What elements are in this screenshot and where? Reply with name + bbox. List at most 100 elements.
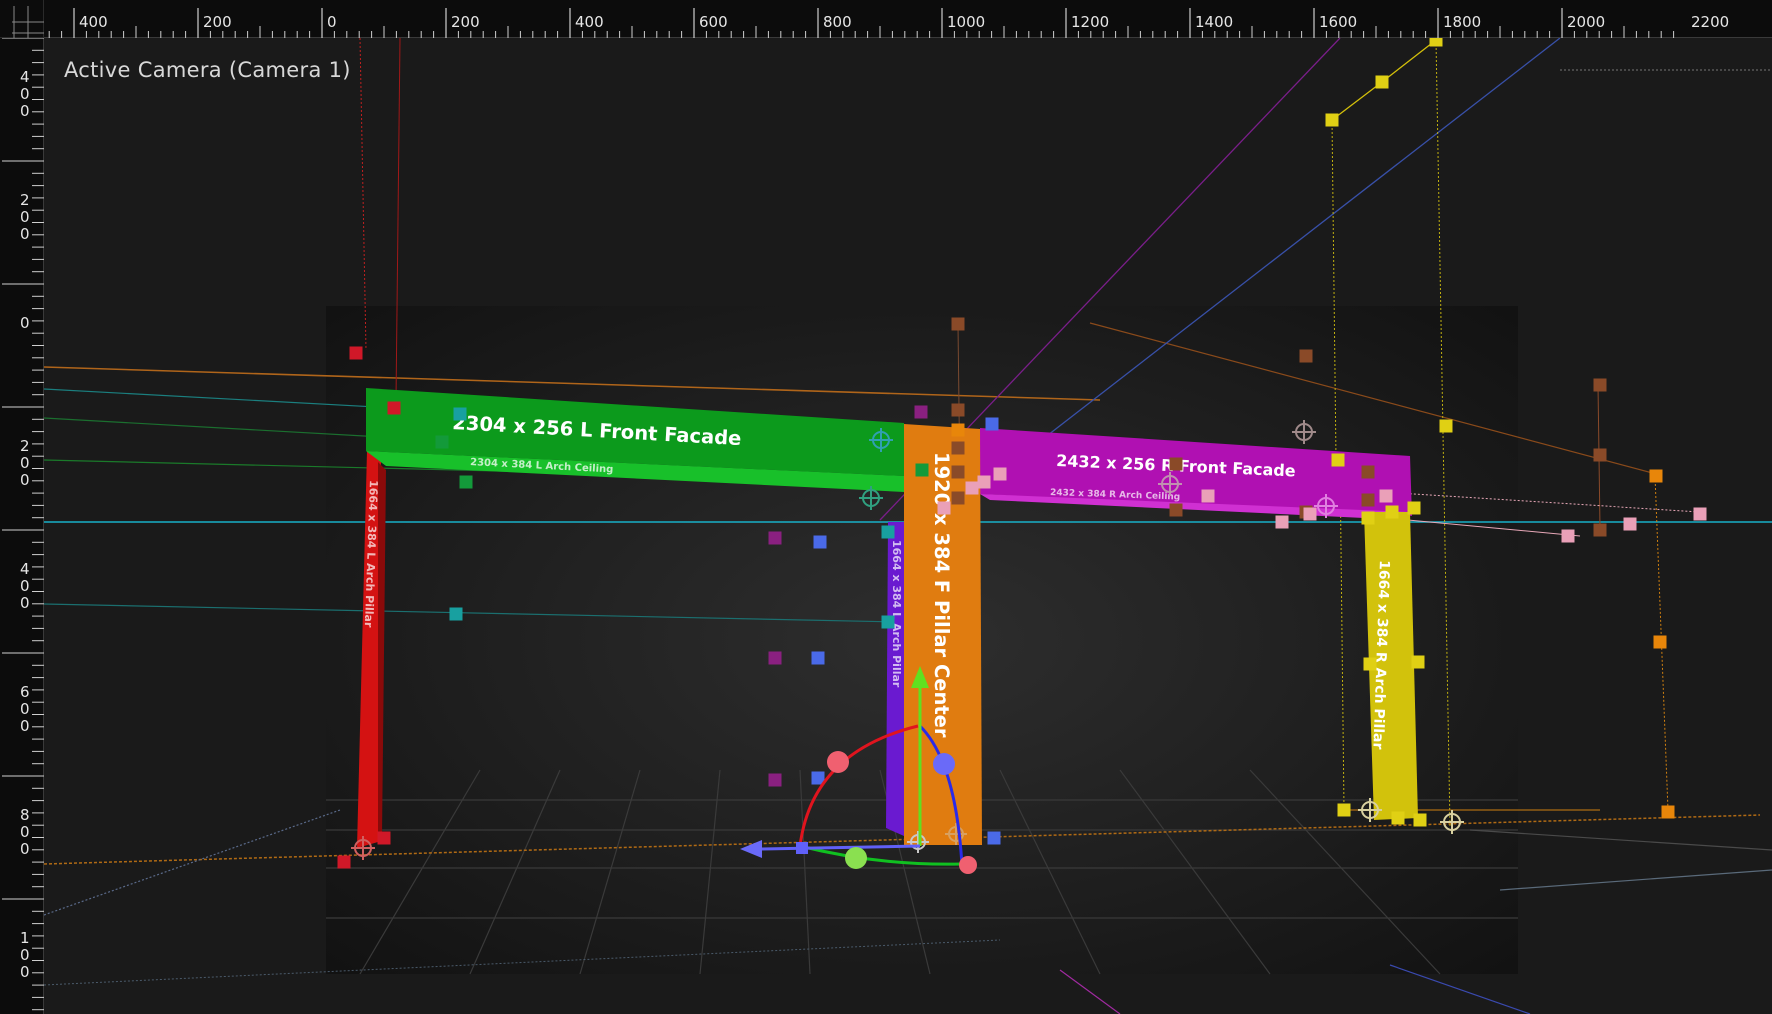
origin-handle[interactable] — [796, 842, 808, 854]
horizontal-ruler[interactable]: 400 200 0 200 400 600 800 1000 1200 1400 1600 1800 2… — [44, 0, 1772, 38]
vertex-handle[interactable] — [951, 403, 965, 417]
ruler-label: 0 — [20, 823, 30, 841]
vertex-handle[interactable] — [337, 855, 351, 869]
vertex-handle[interactable] — [1653, 635, 1667, 649]
vertex-handle[interactable] — [811, 651, 825, 665]
vertex-handle[interactable] — [915, 463, 929, 477]
vertex-handle[interactable] — [768, 651, 782, 665]
center-pillar-label: 1920 x 384 F Pillar Center — [930, 452, 953, 738]
ruler-label: 1800 — [1443, 13, 1481, 31]
vertex-handle[interactable] — [914, 405, 928, 419]
purple-pillar-label: 1664 x 384 L Arch Pillar — [890, 540, 903, 688]
ruler-label: 1400 — [1195, 13, 1233, 31]
vertex-handle[interactable] — [881, 525, 895, 539]
vertex-handle[interactable] — [1361, 493, 1375, 507]
vertex-handle[interactable] — [1693, 507, 1707, 521]
vertex-handle[interactable] — [987, 831, 1001, 845]
ruler-label: 0 — [20, 85, 30, 103]
ruler-label: 2200 — [1691, 13, 1729, 31]
vertex-handle[interactable] — [1593, 448, 1607, 462]
vertex-handle[interactable] — [965, 481, 979, 495]
vertex-handle[interactable] — [951, 317, 965, 331]
vertex-handle[interactable] — [1201, 489, 1215, 503]
vertex-handle[interactable] — [1411, 655, 1425, 669]
rotate-z-handle[interactable] — [845, 847, 867, 869]
ruler-label: 800 — [823, 13, 852, 31]
vertex-handle[interactable] — [387, 401, 401, 415]
ruler-label: 600 — [699, 13, 728, 31]
ruler-corner — [0, 0, 44, 38]
ruler-label: 0 — [20, 225, 30, 243]
vertex-handle[interactable] — [349, 346, 363, 360]
vertex-handle[interactable] — [1361, 511, 1375, 525]
ruler-label: 0 — [20, 577, 30, 595]
vertex-handle[interactable] — [1407, 501, 1421, 515]
ruler-label: 6 — [20, 683, 30, 701]
scale-handle[interactable] — [959, 856, 977, 874]
vertex-handle[interactable] — [1661, 805, 1675, 819]
rotate-x-handle[interactable] — [827, 751, 849, 773]
vertex-handle[interactable] — [993, 467, 1007, 481]
vertex-handle[interactable] — [813, 535, 827, 549]
vertex-handle[interactable] — [1361, 465, 1375, 479]
ruler-label: 0 — [20, 102, 30, 120]
ruler-label: 0 — [20, 840, 30, 858]
vertex-handle[interactable] — [1439, 419, 1453, 433]
vertex-handle[interactable] — [1593, 523, 1607, 537]
vertex-handle[interactable] — [951, 491, 965, 505]
scene-canvas[interactable]: 1664 x 384 L Arch Pillar 1664 x 384 L Ar… — [44, 38, 1772, 1014]
vertex-handle[interactable] — [1413, 813, 1427, 827]
vertex-handle[interactable] — [1169, 503, 1183, 517]
vertex-handle[interactable] — [1429, 38, 1443, 47]
ruler-label: 1200 — [1071, 13, 1109, 31]
rotate-y-handle[interactable] — [933, 753, 955, 775]
vertex-handle[interactable] — [985, 417, 999, 431]
composition-viewport[interactable]: 400 200 0 200 400 600 800 1000 1200 1400 1600 1800 2… — [0, 0, 1772, 1014]
vertex-handle[interactable] — [1169, 457, 1183, 471]
vertex-handle[interactable] — [951, 465, 965, 479]
vertex-handle[interactable] — [951, 423, 965, 437]
vertex-handle[interactable] — [881, 615, 895, 629]
vertex-handle[interactable] — [1337, 803, 1351, 817]
ruler-label: 8 — [20, 806, 30, 824]
ruler-label: 0 — [327, 13, 337, 31]
ruler-label: 400 — [79, 13, 108, 31]
vertex-handle[interactable] — [459, 475, 473, 489]
vertex-handle[interactable] — [1331, 453, 1345, 467]
vertex-handle[interactable] — [1623, 517, 1637, 531]
vertex-handle[interactable] — [435, 435, 449, 449]
vertex-handle[interactable] — [1299, 349, 1313, 363]
vertex-handle[interactable] — [377, 831, 391, 845]
vertical-ruler[interactable]: 4002000200400600800100 — [0, 37, 44, 1014]
ruler-label: 4 — [20, 68, 30, 86]
vertex-handle[interactable] — [1325, 113, 1339, 127]
vertex-handle[interactable] — [1391, 811, 1405, 825]
ruler-label: 0 — [20, 471, 30, 489]
vertex-handle[interactable] — [1385, 505, 1399, 519]
vertex-handle[interactable] — [937, 501, 951, 515]
ruler-label: 400 — [575, 13, 604, 31]
purple-pillar[interactable]: 1664 x 384 L Arch Pillar — [886, 522, 904, 836]
ruler-label: 0 — [20, 208, 30, 226]
ruler-label: 0 — [20, 946, 30, 964]
vertex-handle[interactable] — [768, 773, 782, 787]
ruler-label: 4 — [20, 560, 30, 578]
ruler-label: 1000 — [947, 13, 985, 31]
vertex-handle[interactable] — [1275, 515, 1289, 529]
vertex-handle[interactable] — [1593, 378, 1607, 392]
ruler-label: 0 — [20, 594, 30, 612]
vertex-handle[interactable] — [951, 441, 965, 455]
ruler-label: 1600 — [1319, 13, 1357, 31]
vertex-handle[interactable] — [453, 407, 467, 421]
vertex-handle[interactable] — [1649, 469, 1663, 483]
vertex-handle[interactable] — [1561, 529, 1575, 543]
ruler-label: 0 — [20, 963, 30, 981]
vertex-handle[interactable] — [768, 531, 782, 545]
vertex-handle[interactable] — [1379, 489, 1393, 503]
vertex-handle[interactable] — [1303, 507, 1317, 521]
vertex-handle[interactable] — [1375, 75, 1389, 89]
vertex-handle[interactable] — [977, 475, 991, 489]
active-camera-label: Active Camera (Camera 1) — [64, 58, 351, 82]
vertex-handle[interactable] — [449, 607, 463, 621]
vertex-handle[interactable] — [1363, 657, 1377, 671]
